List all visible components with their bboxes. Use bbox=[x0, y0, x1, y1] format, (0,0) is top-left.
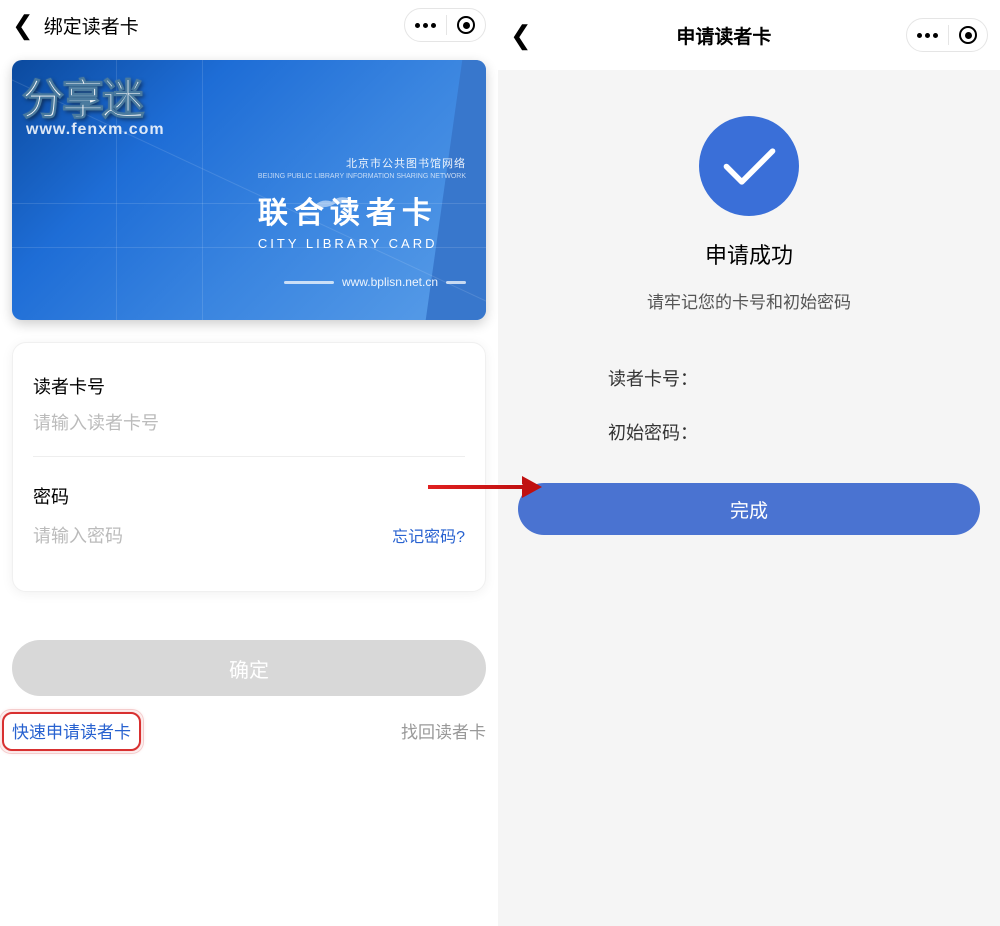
success-title: 申请成功 bbox=[518, 238, 980, 270]
password-label: 密码 bbox=[33, 483, 465, 509]
arrow-annotation bbox=[428, 485, 523, 489]
confirm-button[interactable]: 确定 bbox=[12, 640, 486, 696]
apply-success-screen: ❮ 申请读者卡 申请成功 请牢记您的卡号和初始密码 读者卡号： 初始密码： 完成 bbox=[498, 0, 1000, 926]
back-icon[interactable]: ❮ bbox=[510, 20, 532, 51]
card-number-input[interactable] bbox=[33, 413, 465, 448]
more-icon[interactable] bbox=[415, 23, 436, 28]
library-card-image: 分享迷 www.fenxm.com 北京市公共图书馆网络 BEIJING PUB… bbox=[12, 60, 486, 320]
miniprogram-capsule[interactable] bbox=[404, 8, 486, 42]
back-icon[interactable]: ❮ bbox=[12, 10, 34, 41]
initial-password-row: 初始密码： bbox=[608, 419, 980, 445]
watermark: 分享迷 www.fenxm.com bbox=[22, 66, 165, 139]
card-url: www.bplisn.net.cn bbox=[284, 275, 466, 289]
card-number-label: 读者卡号 bbox=[33, 373, 465, 399]
close-target-icon[interactable] bbox=[959, 26, 977, 44]
success-subtitle: 请牢记您的卡号和初始密码 bbox=[518, 288, 980, 313]
close-target-icon[interactable] bbox=[457, 16, 475, 34]
header: ❮ 绑定读者卡 bbox=[0, 0, 498, 50]
login-form: 读者卡号 密码 忘记密码? bbox=[12, 342, 486, 592]
card-number-row: 读者卡号： bbox=[608, 365, 980, 391]
card-text: 北京市公共图书馆网络 BEIJING PUBLIC LIBRARY INFORM… bbox=[258, 155, 466, 251]
header: ❮ 申请读者卡 bbox=[498, 0, 1000, 50]
highlight-annotation: 快速申请读者卡 bbox=[2, 712, 141, 751]
page-title: 申请读者卡 bbox=[542, 22, 906, 49]
done-button[interactable]: 完成 bbox=[518, 483, 980, 535]
page-title: 绑定读者卡 bbox=[44, 12, 139, 39]
more-icon[interactable] bbox=[917, 33, 938, 38]
find-card-link[interactable]: 找回读者卡 bbox=[401, 718, 486, 745]
password-input[interactable] bbox=[33, 526, 392, 561]
quick-apply-link[interactable]: 快速申请读者卡 bbox=[12, 723, 131, 742]
forgot-password-link[interactable]: 忘记密码? bbox=[392, 523, 465, 547]
miniprogram-capsule[interactable] bbox=[906, 18, 988, 52]
bind-card-screen: ❮ 绑定读者卡 分享迷 www.fenxm.com 北京市公共图书馆网络 BEI… bbox=[0, 0, 498, 926]
success-check-icon bbox=[699, 116, 799, 216]
